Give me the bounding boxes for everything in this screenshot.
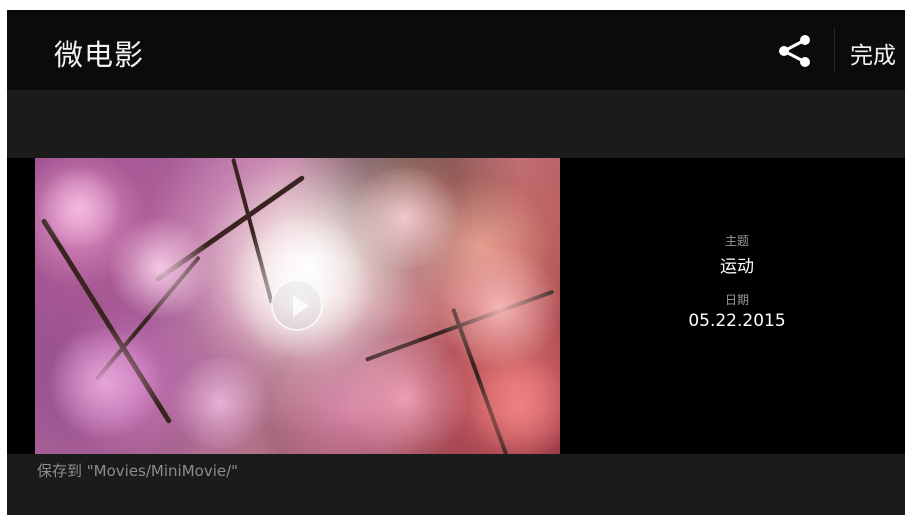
play-icon[interactable] (271, 279, 323, 331)
date-value: 05.22.2015 (688, 311, 786, 331)
branch-decoration (451, 308, 510, 454)
video-thumbnail[interactable] (35, 158, 560, 454)
branch-decoration (365, 289, 555, 362)
branch-decoration (95, 255, 201, 381)
toolbar-divider (834, 28, 835, 72)
mini-movie-screen: 微电影 完成 主题 运动 日期 05.22.2015 保存到 "Movies/M… (7, 10, 905, 515)
branch-decoration (155, 174, 306, 283)
blossom-cluster (345, 168, 465, 268)
save-path-text: 保存到 "Movies/MiniMovie/" (37, 462, 239, 480)
blossom-cluster (45, 328, 165, 438)
share-button[interactable] (775, 32, 813, 70)
blossom-cluster (465, 358, 560, 454)
blossom-cluster (35, 168, 125, 248)
branch-decoration (231, 158, 274, 304)
movie-preview-area: 主题 运动 日期 05.22.2015 (7, 158, 905, 454)
blossom-cluster (165, 358, 275, 448)
empty-toolbar-strip (7, 90, 905, 158)
page-title: 微电影 (54, 38, 145, 72)
done-button[interactable]: 完成 (850, 36, 896, 70)
branch-decoration (40, 218, 173, 425)
blossom-cluster (335, 338, 475, 454)
title-bar: 微电影 完成 (7, 10, 905, 90)
blossom-cluster (105, 218, 215, 318)
save-status-bar: 保存到 "Movies/MiniMovie/" (7, 454, 905, 515)
theme-value: 运动 (720, 257, 754, 277)
theme-label: 主题 (724, 234, 749, 248)
date-label: 日期 (724, 293, 749, 307)
blossom-cluster (435, 248, 560, 368)
share-icon (779, 35, 810, 67)
